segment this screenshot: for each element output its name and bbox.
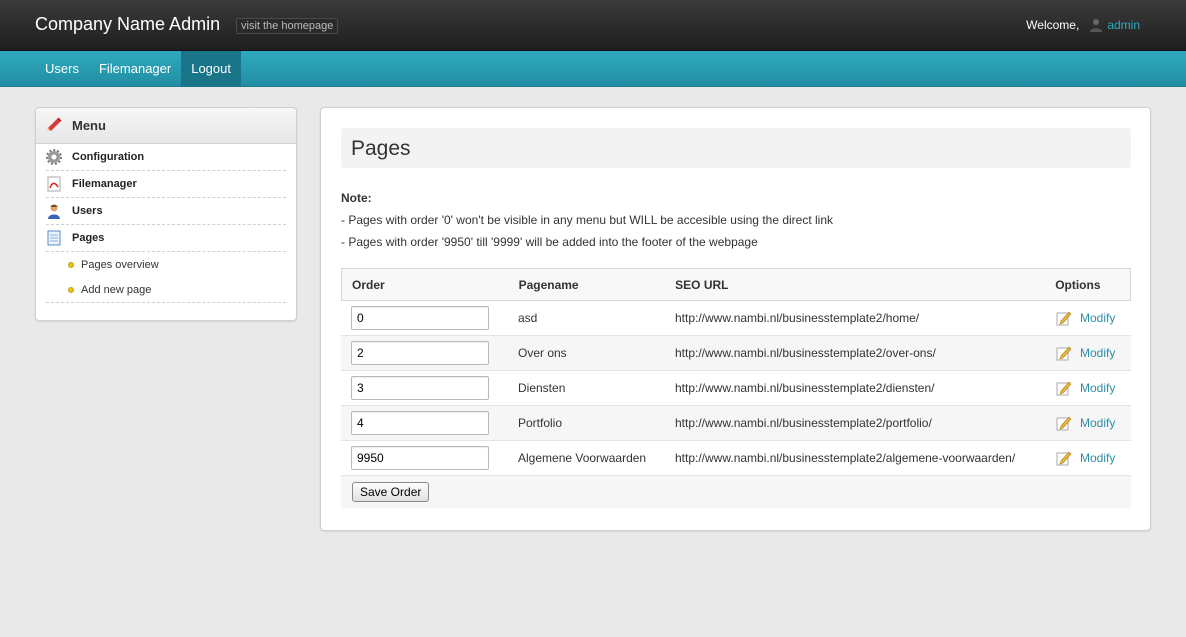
modify-button[interactable]: Modify — [1056, 345, 1131, 361]
pages-table: Order Pagename SEO URL Options asd http:… — [341, 268, 1131, 508]
welcome-text: Welcome, — [1026, 18, 1080, 32]
edit-icon — [1056, 450, 1072, 466]
table-row: Over ons http://www.nambi.nl/businesstem… — [341, 336, 1131, 371]
pagename-cell: Over ons — [518, 346, 567, 360]
top-bar: Company Name Admin visit the homepage We… — [0, 0, 1186, 51]
save-order-button[interactable]: Save Order — [352, 482, 430, 502]
seo-url-cell: http://www.nambi.nl/businesstemplate2/di… — [675, 381, 935, 395]
seo-url-cell: http://www.nambi.nl/businesstemplate2/al… — [675, 451, 1016, 465]
table-row: asd http://www.nambi.nl/businesstemplate… — [341, 301, 1131, 336]
edit-icon — [1056, 345, 1072, 361]
sidebar-item-users[interactable]: Users — [46, 198, 286, 225]
edit-icon — [1056, 415, 1072, 431]
table-footer: Save Order — [341, 476, 1131, 508]
modify-button[interactable]: Modify — [1056, 450, 1131, 466]
seo-url-cell: http://www.nambi.nl/businesstemplate2/po… — [675, 416, 932, 430]
note-line: - Pages with order '9950' till '9999' wi… — [341, 235, 758, 249]
modify-button[interactable]: Modify — [1056, 415, 1131, 431]
table-row: Diensten http://www.nambi.nl/businesstem… — [341, 371, 1131, 406]
page-title-box: Pages — [341, 128, 1131, 168]
page-icon — [46, 230, 62, 246]
sidebar-item-label: Filemanager — [72, 178, 137, 190]
edit-icon — [1056, 380, 1072, 396]
sidebar-item-filemanager[interactable]: Filemanager — [46, 171, 286, 198]
modify-button[interactable]: Modify — [1056, 310, 1131, 326]
order-input[interactable] — [351, 446, 489, 470]
bullet-icon — [68, 286, 74, 293]
note-line: - Pages with order '0' won't be visible … — [341, 213, 834, 227]
sidebar-subitem-add-new-page[interactable]: Add new page — [46, 277, 286, 302]
order-input[interactable] — [351, 306, 489, 330]
column-header-order: Order — [352, 277, 385, 292]
note-block: Note: - Pages with order '0' won't be vi… — [341, 187, 833, 253]
table-row: Portfolio http://www.nambi.nl/businesste… — [341, 406, 1131, 441]
brand-title: Company Name Admin — [35, 14, 221, 34]
column-header-options: Options — [1055, 277, 1101, 292]
user-icon — [1089, 18, 1103, 32]
order-input[interactable] — [351, 376, 489, 400]
sidebar-item-label: Users — [72, 205, 103, 217]
pagename-cell: Diensten — [518, 381, 566, 395]
main-panel: Pages Note: - Pages with order '0' won't… — [320, 107, 1151, 531]
sidebar-title: Menu — [72, 118, 106, 133]
pagename-cell: asd — [518, 311, 538, 325]
bullet-icon — [68, 261, 74, 268]
nav-item-users[interactable]: Users — [35, 51, 89, 87]
column-header-pagename: Pagename — [518, 277, 579, 292]
sidebar-subitem-label: Add new page — [81, 283, 152, 296]
sidebar-item-label: Pages — [72, 232, 105, 244]
welcome-area: Welcome, admin — [1026, 18, 1140, 32]
pagename-cell: Portfolio — [518, 416, 563, 430]
sidebar-item-label: Configuration — [72, 151, 145, 163]
menu-pencil-icon — [46, 116, 62, 135]
sidebar-subitem-label: Pages overview — [81, 258, 159, 271]
seo-url-cell: http://www.nambi.nl/businesstemplate2/ov… — [675, 346, 936, 360]
sidebar-menu: Menu Configuration Filemanager Users Pag… — [35, 107, 297, 321]
edit-icon — [1056, 310, 1072, 326]
seo-url-cell: http://www.nambi.nl/businesstemplate2/ho… — [675, 311, 920, 325]
order-input[interactable] — [351, 341, 489, 365]
username-link[interactable]: admin — [1107, 18, 1140, 32]
user-icon — [46, 203, 62, 219]
table-header: Order Pagename SEO URL Options — [341, 268, 1131, 301]
nav-item-logout[interactable]: Logout — [181, 51, 241, 87]
order-input[interactable] — [351, 411, 489, 435]
note-label: Note: — [341, 191, 372, 205]
nav-item-filemanager[interactable]: Filemanager — [89, 51, 181, 87]
sidebar-item-pages[interactable]: Pages — [46, 225, 286, 252]
table-row: Algemene Voorwaarden http://www.nambi.nl… — [341, 441, 1131, 476]
sidebar-header: Menu — [36, 108, 296, 144]
page-title: Pages — [351, 137, 411, 160]
gear-icon — [46, 149, 62, 165]
sidebar-item-configuration[interactable]: Configuration — [46, 144, 286, 171]
sidebar-subitem-pages-overview[interactable]: Pages overview — [46, 252, 286, 277]
pages-submenu: Pages overview Add new page — [46, 252, 286, 303]
pagename-cell: Algemene Voorwaarden — [518, 451, 647, 465]
pdf-file-icon — [46, 176, 62, 192]
nav-bar: Users Filemanager Logout — [0, 51, 1186, 87]
visit-homepage-link[interactable]: visit the homepage — [236, 18, 339, 34]
column-header-seo-url: SEO URL — [675, 277, 729, 292]
modify-button[interactable]: Modify — [1056, 380, 1131, 396]
